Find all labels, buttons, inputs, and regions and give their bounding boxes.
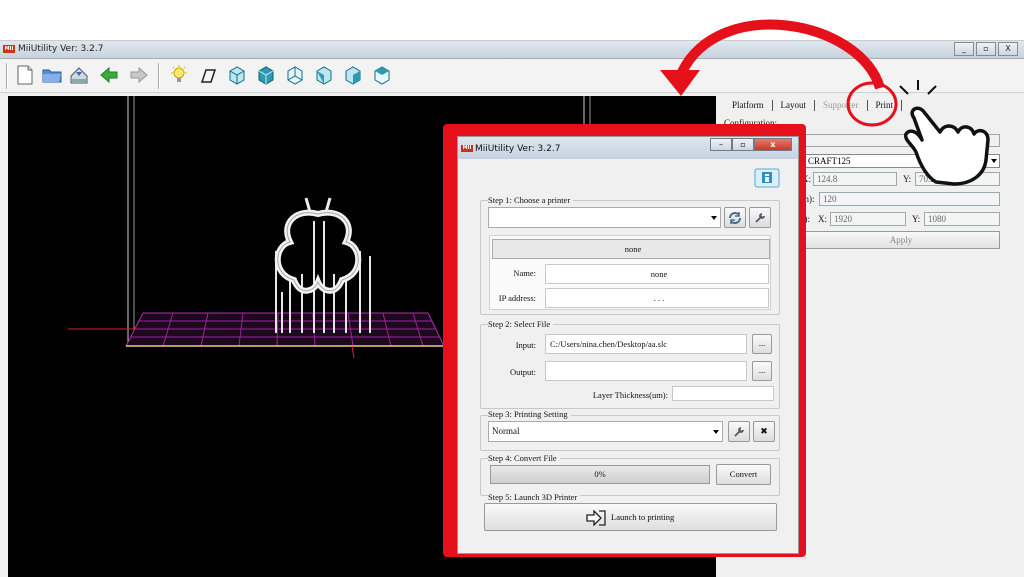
- printing-setting-select[interactable]: Normal: [488, 421, 723, 442]
- step3-label: Step 3: Printing Setting: [488, 409, 571, 419]
- step5-label: Step 5: Launch 3D Printer: [488, 492, 581, 502]
- dialog-close-button[interactable]: x: [754, 138, 792, 151]
- step1-label: Step 1: Choose a printer: [488, 195, 574, 205]
- printer-name-field: none: [545, 264, 769, 284]
- printer-status: none: [492, 239, 770, 259]
- wrench-icon: [755, 213, 765, 223]
- setting-delete-button[interactable]: ✖: [753, 421, 775, 442]
- convert-progress-text: 0%: [594, 469, 606, 479]
- arrow-head-icon: [660, 70, 700, 96]
- pointing-hand-icon: [903, 106, 990, 186]
- refresh-icon: [729, 212, 741, 224]
- printer-select[interactable]: [488, 207, 721, 228]
- output-label: Output:: [510, 367, 536, 377]
- callout-arrow: [677, 19, 885, 90]
- ip-address-label: IP address:: [498, 293, 536, 303]
- wrench-icon: [734, 427, 744, 437]
- dialog-title: MiiUtility Ver: 3.2.7: [475, 144, 561, 154]
- convert-progress-bar: 0%: [490, 465, 710, 484]
- setting-edit-button[interactable]: [728, 421, 750, 442]
- input-label: Input:: [515, 340, 536, 350]
- dialog-highlight-frame: MII MiiUtility Ver: 3.2.7 – ▫ x Step 1: …: [443, 124, 806, 557]
- launch-to-printing-button[interactable]: Launch to printing: [484, 503, 777, 531]
- launch-button-label: Launch to printing: [611, 512, 675, 522]
- name-label: Name:: [513, 268, 536, 278]
- click-lines-icon: [899, 80, 937, 95]
- input-file-field[interactable]: C:/Users/nina.chen/Desktop/aa.slc: [545, 334, 747, 354]
- step2-label: Step 2: Select File: [488, 319, 554, 329]
- print-dialog: MII MiiUtility Ver: 3.2.7 – ▫ x Step 1: …: [457, 136, 799, 554]
- info-icon[interactable]: [754, 168, 780, 188]
- highlight-circle: [846, 81, 898, 127]
- dialog-minimize-button[interactable]: –: [710, 138, 732, 151]
- dialog-maximize-button[interactable]: ▫: [732, 138, 754, 151]
- printer-settings-button[interactable]: [749, 207, 771, 228]
- layer-thickness-label: Layer Thickness(um):: [592, 390, 668, 400]
- input-browse-button[interactable]: ...: [752, 334, 772, 354]
- output-browse-button[interactable]: ...: [752, 361, 772, 381]
- dialog-logo: MII: [461, 145, 473, 152]
- dialog-titlebar: MII MiiUtility Ver: 3.2.7 – ▫ x: [458, 137, 798, 159]
- step4-label: Step 4: Convert File: [488, 453, 560, 463]
- layer-thickness-field[interactable]: [672, 386, 774, 401]
- output-file-field[interactable]: [545, 361, 747, 381]
- ip-address-field: . . .: [545, 288, 769, 308]
- convert-button[interactable]: Convert: [716, 464, 771, 485]
- launch-arrow-icon: [586, 510, 606, 526]
- refresh-button[interactable]: [724, 207, 746, 228]
